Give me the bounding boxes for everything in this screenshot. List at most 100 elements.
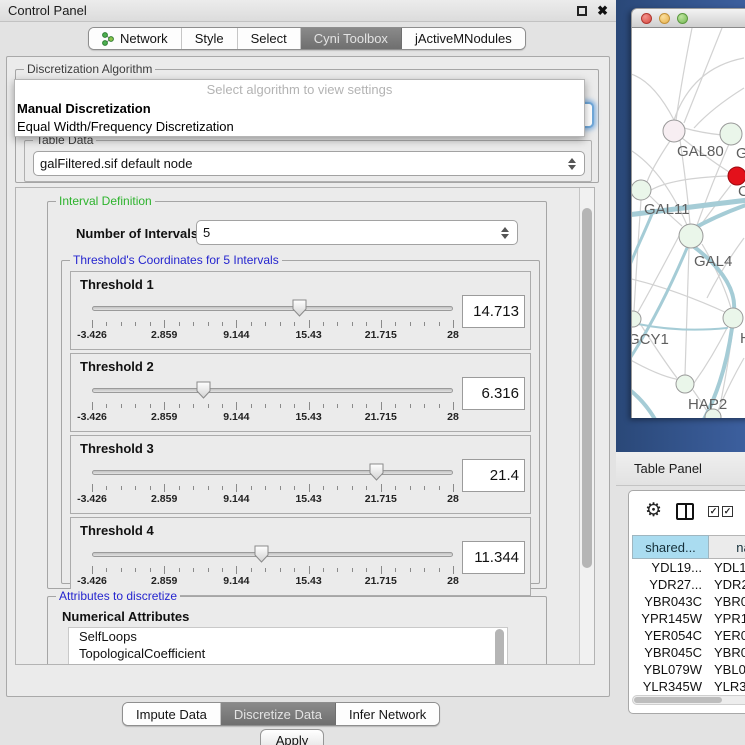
node-label: GCY1 — [632, 331, 669, 348]
slider-track[interactable] — [92, 388, 453, 393]
group-title: Interval Definition — [56, 194, 155, 208]
threshold-value-field[interactable] — [462, 295, 525, 328]
checkbox-icon[interactable]: ✓ — [708, 506, 719, 517]
threshold-slider[interactable]: -3.4262.8599.14415.4321.71528 — [92, 298, 453, 338]
column-header-shared-name[interactable]: shared... — [632, 535, 709, 559]
table-horizontal-scrollbar[interactable] — [632, 695, 745, 705]
cell-name: YLR3 — [709, 678, 745, 693]
slider-track[interactable] — [92, 470, 453, 475]
close-icon[interactable]: ✖ — [597, 6, 608, 16]
cyni-toolbox-panel: Discretization Algorithm Table Data galF… — [6, 56, 610, 697]
float-window-icon[interactable] — [577, 6, 587, 16]
table-panel-titlebar: Table Panel — [616, 452, 745, 486]
table-row[interactable]: YER054CYER0 — [632, 627, 745, 644]
tab-cyni-toolbox[interactable]: Cyni Toolbox — [301, 28, 402, 49]
attribute-list-item[interactable]: TopologicalCoefficient — [69, 645, 507, 662]
threshold-value-field[interactable] — [462, 541, 525, 574]
slider-tick-label: 15.43 — [295, 329, 321, 341]
threshold-value-field[interactable] — [462, 377, 525, 410]
slider-tick-label: -3.426 — [77, 411, 107, 423]
threshold-label: Threshold 2 — [80, 359, 154, 374]
cell-shared-name: YDR27... — [632, 576, 709, 593]
threshold-block-2: Threshold 2 -3.4262.8599.14415.4321.71528 — [70, 353, 531, 432]
slider-handle[interactable] — [254, 545, 269, 563]
threshold-slider[interactable]: -3.4262.8599.14415.4321.71528 — [92, 544, 453, 584]
attribute-list-item[interactable]: SelfLoops — [69, 628, 507, 645]
network-icon — [102, 32, 115, 46]
table-row[interactable]: YDR27...YDR2 — [632, 576, 745, 593]
numerical-attributes-list[interactable]: SelfLoopsTopologicalCoefficientBetweenne… — [68, 627, 508, 664]
combo-arrows-icon — [501, 227, 511, 239]
table-panel-body: ⚙ ✓ ✓ shared... na YDL19...YDL1YDR27...Y… — [616, 486, 745, 745]
tab-infer-network[interactable]: Infer Network — [336, 703, 439, 725]
network-canvas[interactable]: GAL80GACGAL11GAL4GCY1HHAP2 — [631, 28, 745, 418]
network-node-ga[interactable] — [720, 123, 742, 145]
slider-track[interactable] — [92, 306, 453, 311]
network-node-gal11[interactable] — [632, 180, 651, 200]
slider-tick-label: 21.715 — [365, 493, 397, 505]
table-data-value: galFiltered.sif default node — [40, 156, 192, 171]
column-header-name[interactable]: na — [709, 535, 745, 559]
scrollbar-thumb[interactable] — [582, 208, 592, 568]
tab-style[interactable]: Style — [182, 28, 238, 49]
tab-jactivemnodules[interactable]: jActiveMNodules — [402, 28, 525, 49]
checkbox-icon[interactable]: ✓ — [722, 506, 733, 517]
dropdown-prompt[interactable]: Select algorithm to view settings — [15, 80, 584, 100]
slider-ticks — [92, 320, 453, 328]
network-node-gal80[interactable] — [663, 120, 685, 142]
dropdown-item-equal-width-frequency[interactable]: Equal Width/Frequency Discretization — [15, 118, 584, 136]
dropdown-item-manual-discretization[interactable]: Manual Discretization — [15, 100, 584, 118]
tab-impute-data[interactable]: Impute Data — [123, 703, 221, 725]
network-window-titlebar[interactable] — [631, 8, 745, 28]
cell-name: YDL1 — [709, 559, 745, 576]
panel-title: Control Panel — [8, 3, 87, 18]
slider-tick-label: 28 — [447, 411, 459, 423]
slider-track[interactable] — [92, 552, 453, 557]
table-row[interactable]: YLR345WYLR3 — [632, 678, 745, 693]
tab-select[interactable]: Select — [238, 28, 301, 49]
slider-handle[interactable] — [369, 463, 384, 481]
minimize-traffic-light-icon[interactable] — [659, 13, 670, 24]
threshold-slider[interactable]: -3.4262.8599.14415.4321.71528 — [92, 462, 453, 502]
columns-icon[interactable] — [676, 503, 694, 520]
threshold-value-field[interactable] — [462, 459, 525, 492]
table-data-combo[interactable]: galFiltered.sif default node — [33, 151, 585, 176]
network-node-gal4[interactable] — [679, 224, 703, 248]
table-row[interactable]: YBL079WYBL0 — [632, 661, 745, 678]
slider-tick-label: 2.859 — [151, 493, 177, 505]
tab-discretize-data[interactable]: Discretize Data — [221, 703, 336, 725]
cell-shared-name: YDL19... — [632, 559, 709, 576]
threshold-slider[interactable]: -3.4262.8599.14415.4321.71528 — [92, 380, 453, 420]
threshold-label: Threshold 1 — [80, 277, 154, 292]
scrollbar-thumb[interactable] — [634, 697, 722, 703]
tab-network[interactable]: Network — [89, 28, 182, 49]
threshold-block-4: Threshold 4-3.4262.8599.14415.4321.71528 — [70, 517, 531, 596]
slider-tick-label: 21.715 — [365, 411, 397, 423]
apply-button[interactable]: Apply — [260, 729, 324, 745]
list-scrollbar-thumb[interactable] — [495, 629, 504, 664]
network-node-hap2[interactable] — [676, 375, 694, 393]
slider-handle[interactable] — [196, 381, 211, 399]
slider-tick-label: -3.426 — [77, 575, 107, 587]
group-title: Threshold's Coordinates for 5 Intervals — [70, 253, 282, 267]
num-intervals-combo[interactable]: 5 — [196, 220, 518, 245]
table-row[interactable]: YBR043CYBR0 — [632, 593, 745, 610]
close-traffic-light-icon[interactable] — [641, 13, 652, 24]
table-row[interactable]: YBR045CYBR0 — [632, 644, 745, 661]
slider-tick-label: 28 — [447, 575, 459, 587]
gear-icon[interactable]: ⚙ — [645, 502, 662, 520]
table-row[interactable]: YDL19...YDL1 — [632, 559, 745, 576]
table-row[interactable]: YPR145WYPR1 — [632, 610, 745, 627]
table-toolbar: ⚙ ✓ ✓ — [629, 491, 745, 531]
application-root: Control Panel ✖ Network Style Select Cyn… — [0, 0, 745, 745]
attribute-list-item[interactable]: BetweennessCentrality — [69, 662, 507, 664]
slider-tick-label: 15.43 — [295, 493, 321, 505]
numerical-attributes-label: Numerical Attributes — [62, 609, 189, 624]
slider-tick-label: -3.426 — [77, 493, 107, 505]
slider-handle[interactable] — [292, 299, 307, 317]
settings-vertical-scrollbar[interactable] — [579, 188, 594, 664]
control-panel-window: Control Panel ✖ Network Style Select Cyn… — [0, 0, 616, 745]
right-region: GAL80GACGAL11GAL4GCY1HHAP2 Table Panel ⚙… — [616, 0, 745, 745]
network-node-h[interactable] — [723, 308, 743, 328]
zoom-traffic-light-icon[interactable] — [677, 13, 688, 24]
